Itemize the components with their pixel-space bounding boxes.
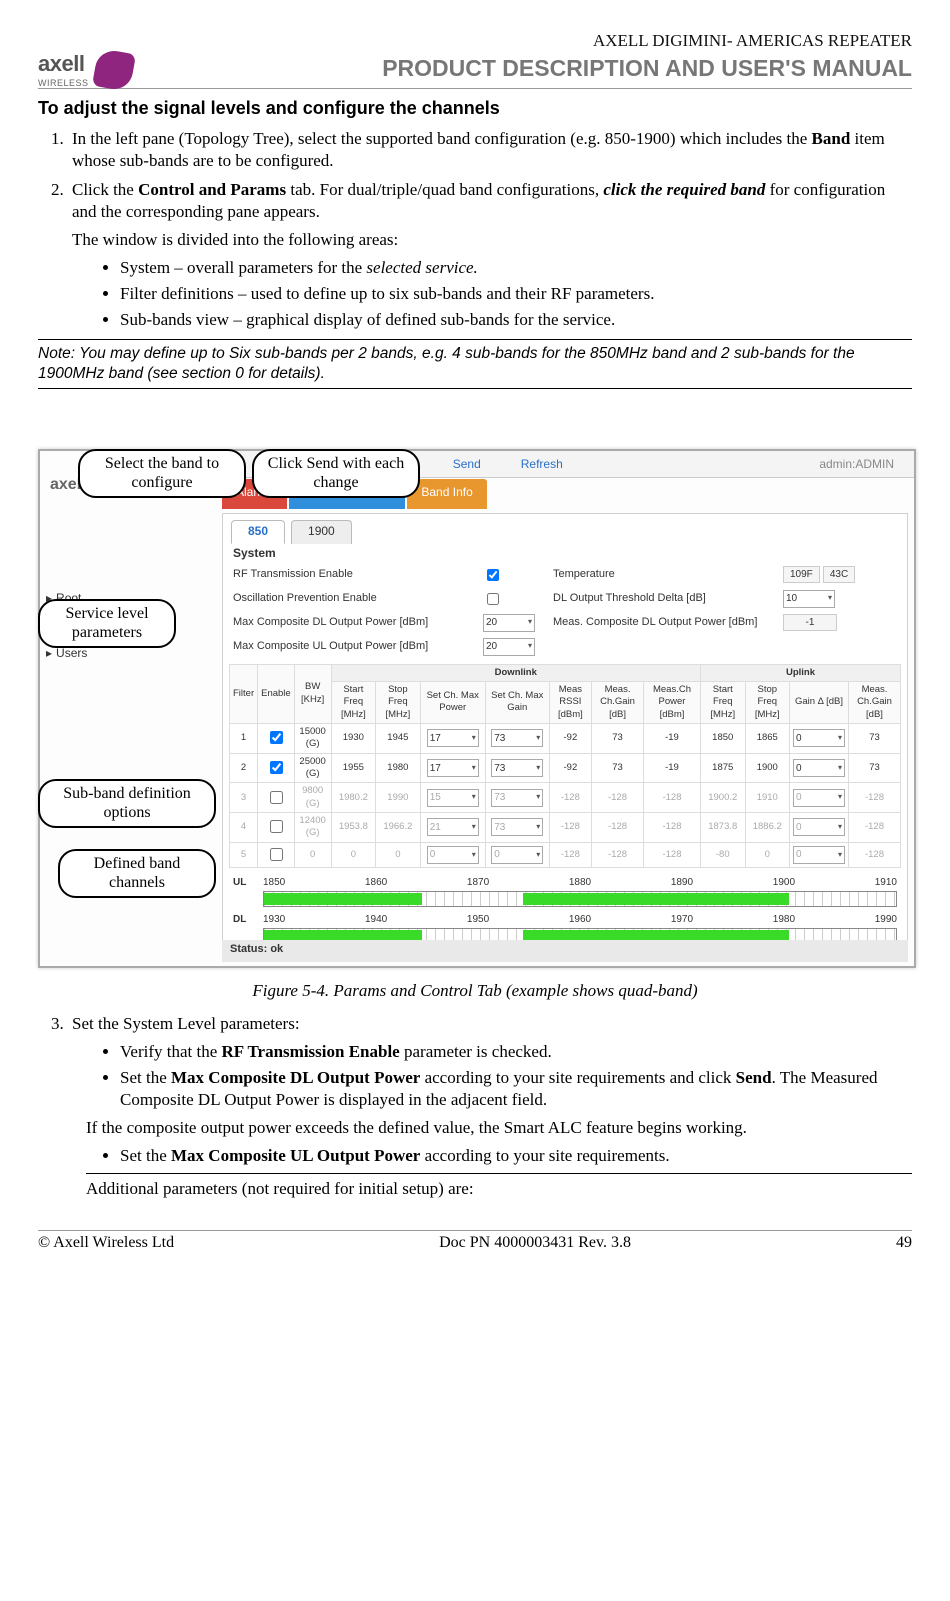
lbl-temp: Temperature — [553, 567, 763, 581]
osc-prev-checkbox[interactable] — [487, 593, 499, 605]
temp-c: 43C — [823, 566, 855, 583]
callout-subband-options: Sub-band definition options — [38, 779, 216, 828]
spectrum-view: UL 1850186018701880189019001910 DL 19301… — [223, 868, 907, 948]
header-titles: AXELL DIGIMINI- AMERICAS REPEATER PRODUC… — [382, 30, 912, 84]
temp-f: 109F — [783, 566, 820, 583]
row-enable-checkbox[interactable] — [270, 848, 283, 861]
footer-center: Doc PN 4000003431 Rev. 3.8 — [439, 1233, 631, 1254]
section-heading: To adjust the signal levels and configur… — [38, 97, 912, 120]
ul-spectrum-bar — [263, 891, 897, 907]
filter-table-wrap: Filter Enable BW [KHz] Downlink Uplink S… — [223, 664, 907, 868]
table-row: 500000-128-128-128-8000-128 — [230, 842, 901, 867]
send-link[interactable]: Send — [453, 457, 481, 473]
callout-service-params: Service level parameters — [38, 599, 176, 648]
band-tab-1900[interactable]: 1900 — [291, 520, 352, 544]
table-row: 39800 (G)1980.219901573-128-128-1281900.… — [230, 783, 901, 813]
brand-logo: axell WIRELESS — [38, 50, 133, 90]
note-block: Note: You may define up to Six sub-bands… — [38, 339, 912, 389]
lbl-max-ul: Max Composite UL Output Power [dBm] — [233, 639, 463, 653]
dl-label: DL — [233, 913, 263, 926]
callout-select-band: Select the band to configure — [78, 449, 246, 498]
filter-table: Filter Enable BW [KHz] Downlink Uplink S… — [229, 664, 901, 868]
table-row: 225000 (G)195519801773-9273-191875190007… — [230, 753, 901, 783]
table-row: 115000 (G)193019451773-9273-191850186507… — [230, 723, 901, 753]
callout-click-send: Click Send with each change — [252, 449, 420, 498]
lbl-rf-enable: RF Transmission Enable — [233, 567, 463, 581]
figure-caption: Figure 5-4. Params and Control Tab (exam… — [38, 980, 912, 1002]
meas-dl-value: -1 — [783, 614, 837, 631]
lbl-max-dl: Max Composite DL Output Power [dBm] — [233, 615, 463, 629]
doc-title-large: PRODUCT DESCRIPTION AND USER'S MANUAL — [382, 54, 912, 84]
step-2: Click the Control and Params tab. For du… — [68, 179, 912, 332]
step-1: In the left pane (Topology Tree), select… — [68, 128, 912, 172]
figure-wrap: Select the band to configure Click Send … — [38, 449, 912, 968]
dl-thresh-select[interactable]: 10 — [783, 590, 835, 608]
footer-left: © Axell Wireless Ltd — [38, 1233, 174, 1254]
callout-defined-channels: Defined band channels — [58, 849, 216, 898]
bullet-system: System – overall parameters for the sele… — [120, 257, 912, 279]
row-enable-checkbox[interactable] — [270, 820, 283, 833]
status-bar: Status: ok — [222, 940, 908, 962]
doc-title-small: AXELL DIGIMINI- AMERICAS REPEATER — [382, 30, 912, 52]
admin-label: admin:ADMIN — [819, 457, 894, 473]
step-3: Set the System Level parameters: Verify … — [68, 1013, 912, 1201]
lbl-meas-dl: Meas. Composite DL Output Power [dBm] — [553, 615, 763, 629]
row-enable-checkbox[interactable] — [270, 791, 283, 804]
band-tabs: 850 1900 — [223, 514, 907, 544]
lbl-dl-thresh: DL Output Threshold Delta [dB] — [553, 591, 763, 605]
lbl-osc-prev: Oscillation Prevention Enable — [233, 591, 463, 605]
bullet-filter: Filter definitions – used to define up t… — [120, 283, 912, 305]
band-tab-850[interactable]: 850 — [231, 520, 285, 544]
page-header: axell WIRELESS AXELL DIGIMINI- AMERICAS … — [38, 30, 912, 89]
row-enable-checkbox[interactable] — [270, 761, 283, 774]
page-footer: © Axell Wireless Ltd Doc PN 4000003431 R… — [38, 1230, 912, 1254]
system-grid: RF Transmission Enable Temperature 109F … — [223, 564, 907, 664]
max-ul-select[interactable]: 20 — [483, 638, 535, 656]
steps-list-2: Set the System Level parameters: Verify … — [38, 1013, 912, 1201]
ul-label: UL — [233, 876, 263, 889]
table-row: 412400 (G)1953.81966.22173-128-128-12818… — [230, 813, 901, 843]
swirl-icon — [92, 48, 136, 92]
content-pane: 850 1900 System RF Transmission Enable T… — [222, 513, 908, 942]
steps-list: In the left pane (Topology Tree), select… — [38, 128, 912, 331]
rf-enable-checkbox[interactable] — [487, 569, 499, 581]
footer-right: 49 — [896, 1233, 912, 1254]
additional-note: Additional parameters (not required for … — [86, 1173, 912, 1200]
max-dl-select[interactable]: 20 — [483, 614, 535, 632]
bullet-subbands: Sub-bands view – graphical display of de… — [120, 309, 912, 331]
row-enable-checkbox[interactable] — [270, 731, 283, 744]
system-heading: System — [223, 544, 907, 564]
refresh-link[interactable]: Refresh — [521, 457, 563, 473]
brand-name: axell — [38, 50, 89, 79]
brand-sub: WIRELESS — [38, 78, 89, 90]
